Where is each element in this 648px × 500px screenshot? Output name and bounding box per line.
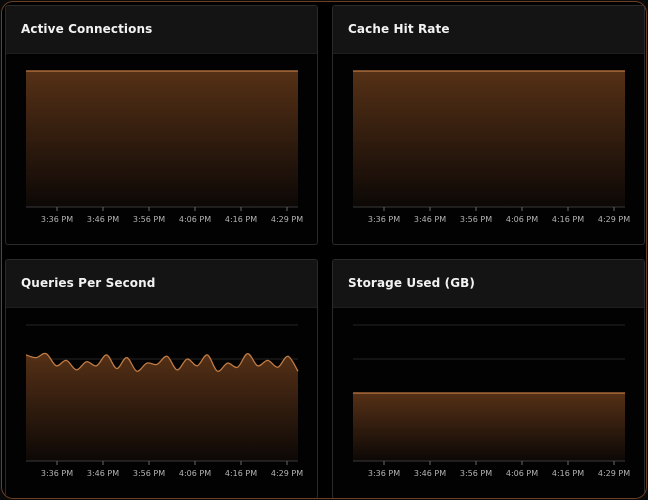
panel-queries-per-second: Queries Per Second 3:36 PM 3:46 PM 3:56 PM…	[5, 259, 318, 498]
x-tick-label: 3:36 PM	[368, 469, 400, 478]
x-tick-label: 4:16 PM	[225, 469, 257, 478]
queries-per-second-chart[interactable]: 3:36 PM 3:46 PM 3:56 PM 4:06 PM 4:16 PM 4:29 …	[6, 308, 317, 498]
x-tick-label: 3:56 PM	[460, 469, 492, 478]
series-area	[26, 353, 298, 461]
x-tick-label: 3:36 PM	[368, 215, 400, 224]
panel-title: Cache Hit Rate	[348, 22, 450, 36]
series-area	[353, 71, 625, 207]
x-tick-label: 4:29 PM	[271, 469, 303, 478]
x-tick-label: 3:46 PM	[87, 469, 119, 478]
x-tick-label: 4:06 PM	[179, 215, 211, 224]
storage-used-chart[interactable]: 3:36 PM 3:46 PM 3:56 PM 4:06 PM 4:16 PM 4:29 …	[333, 308, 644, 498]
x-tick-label: 4:29 PM	[598, 469, 630, 478]
x-tick-label: 4:06 PM	[506, 469, 538, 478]
panel-header: Cache Hit Rate	[333, 6, 644, 54]
series-area	[26, 71, 298, 207]
cache-hit-rate-chart[interactable]: 3:36 PM 3:46 PM 3:56 PM 4:06 PM 4:16 PM 4:29 …	[333, 54, 644, 244]
x-tick-label: 4:06 PM	[506, 215, 538, 224]
x-tick-label: 4:16 PM	[552, 469, 584, 478]
panel-header: Queries Per Second	[6, 260, 317, 308]
x-tick-label: 3:36 PM	[41, 469, 73, 478]
panel-cache-hit-rate: Cache Hit Rate 3:36 PM 3:46 PM 3:56 PM 4:06…	[332, 5, 645, 245]
series-area	[353, 393, 625, 461]
x-tick-label: 3:46 PM	[87, 215, 119, 224]
x-tick-label: 3:56 PM	[133, 469, 165, 478]
panel-header: Storage Used (GB)	[333, 260, 644, 308]
x-tick-label: 3:56 PM	[133, 215, 165, 224]
x-tick-label: 3:46 PM	[414, 469, 446, 478]
x-tick-label: 3:56 PM	[460, 215, 492, 224]
x-tick-label: 4:29 PM	[598, 215, 630, 224]
x-tick-label: 4:16 PM	[552, 215, 584, 224]
x-tick-label: 4:16 PM	[225, 215, 257, 224]
panel-active-connections: Active Connections 3:36 PM 3:46 PM 3:56 PM…	[5, 5, 318, 245]
panel-header: Active Connections	[6, 6, 317, 54]
panel-storage-used: Storage Used (GB) 3:36 PM 3:46 PM 3:56 PM 4…	[332, 259, 645, 498]
active-connections-chart[interactable]: 3:36 PM 3:46 PM 3:56 PM 4:06 PM 4:16 PM 4:29 …	[6, 54, 317, 244]
dashboard-frame: Active Connections 3:36 PM 3:46 PM 3:56 PM…	[1, 1, 647, 499]
x-tick-label: 3:36 PM	[41, 215, 73, 224]
panel-title: Active Connections	[21, 22, 153, 36]
x-tick-label: 3:46 PM	[414, 215, 446, 224]
panel-title: Queries Per Second	[21, 276, 156, 290]
x-tick-label: 4:06 PM	[179, 469, 211, 478]
panel-title: Storage Used (GB)	[348, 276, 476, 290]
x-tick-label: 4:29 PM	[271, 215, 303, 224]
